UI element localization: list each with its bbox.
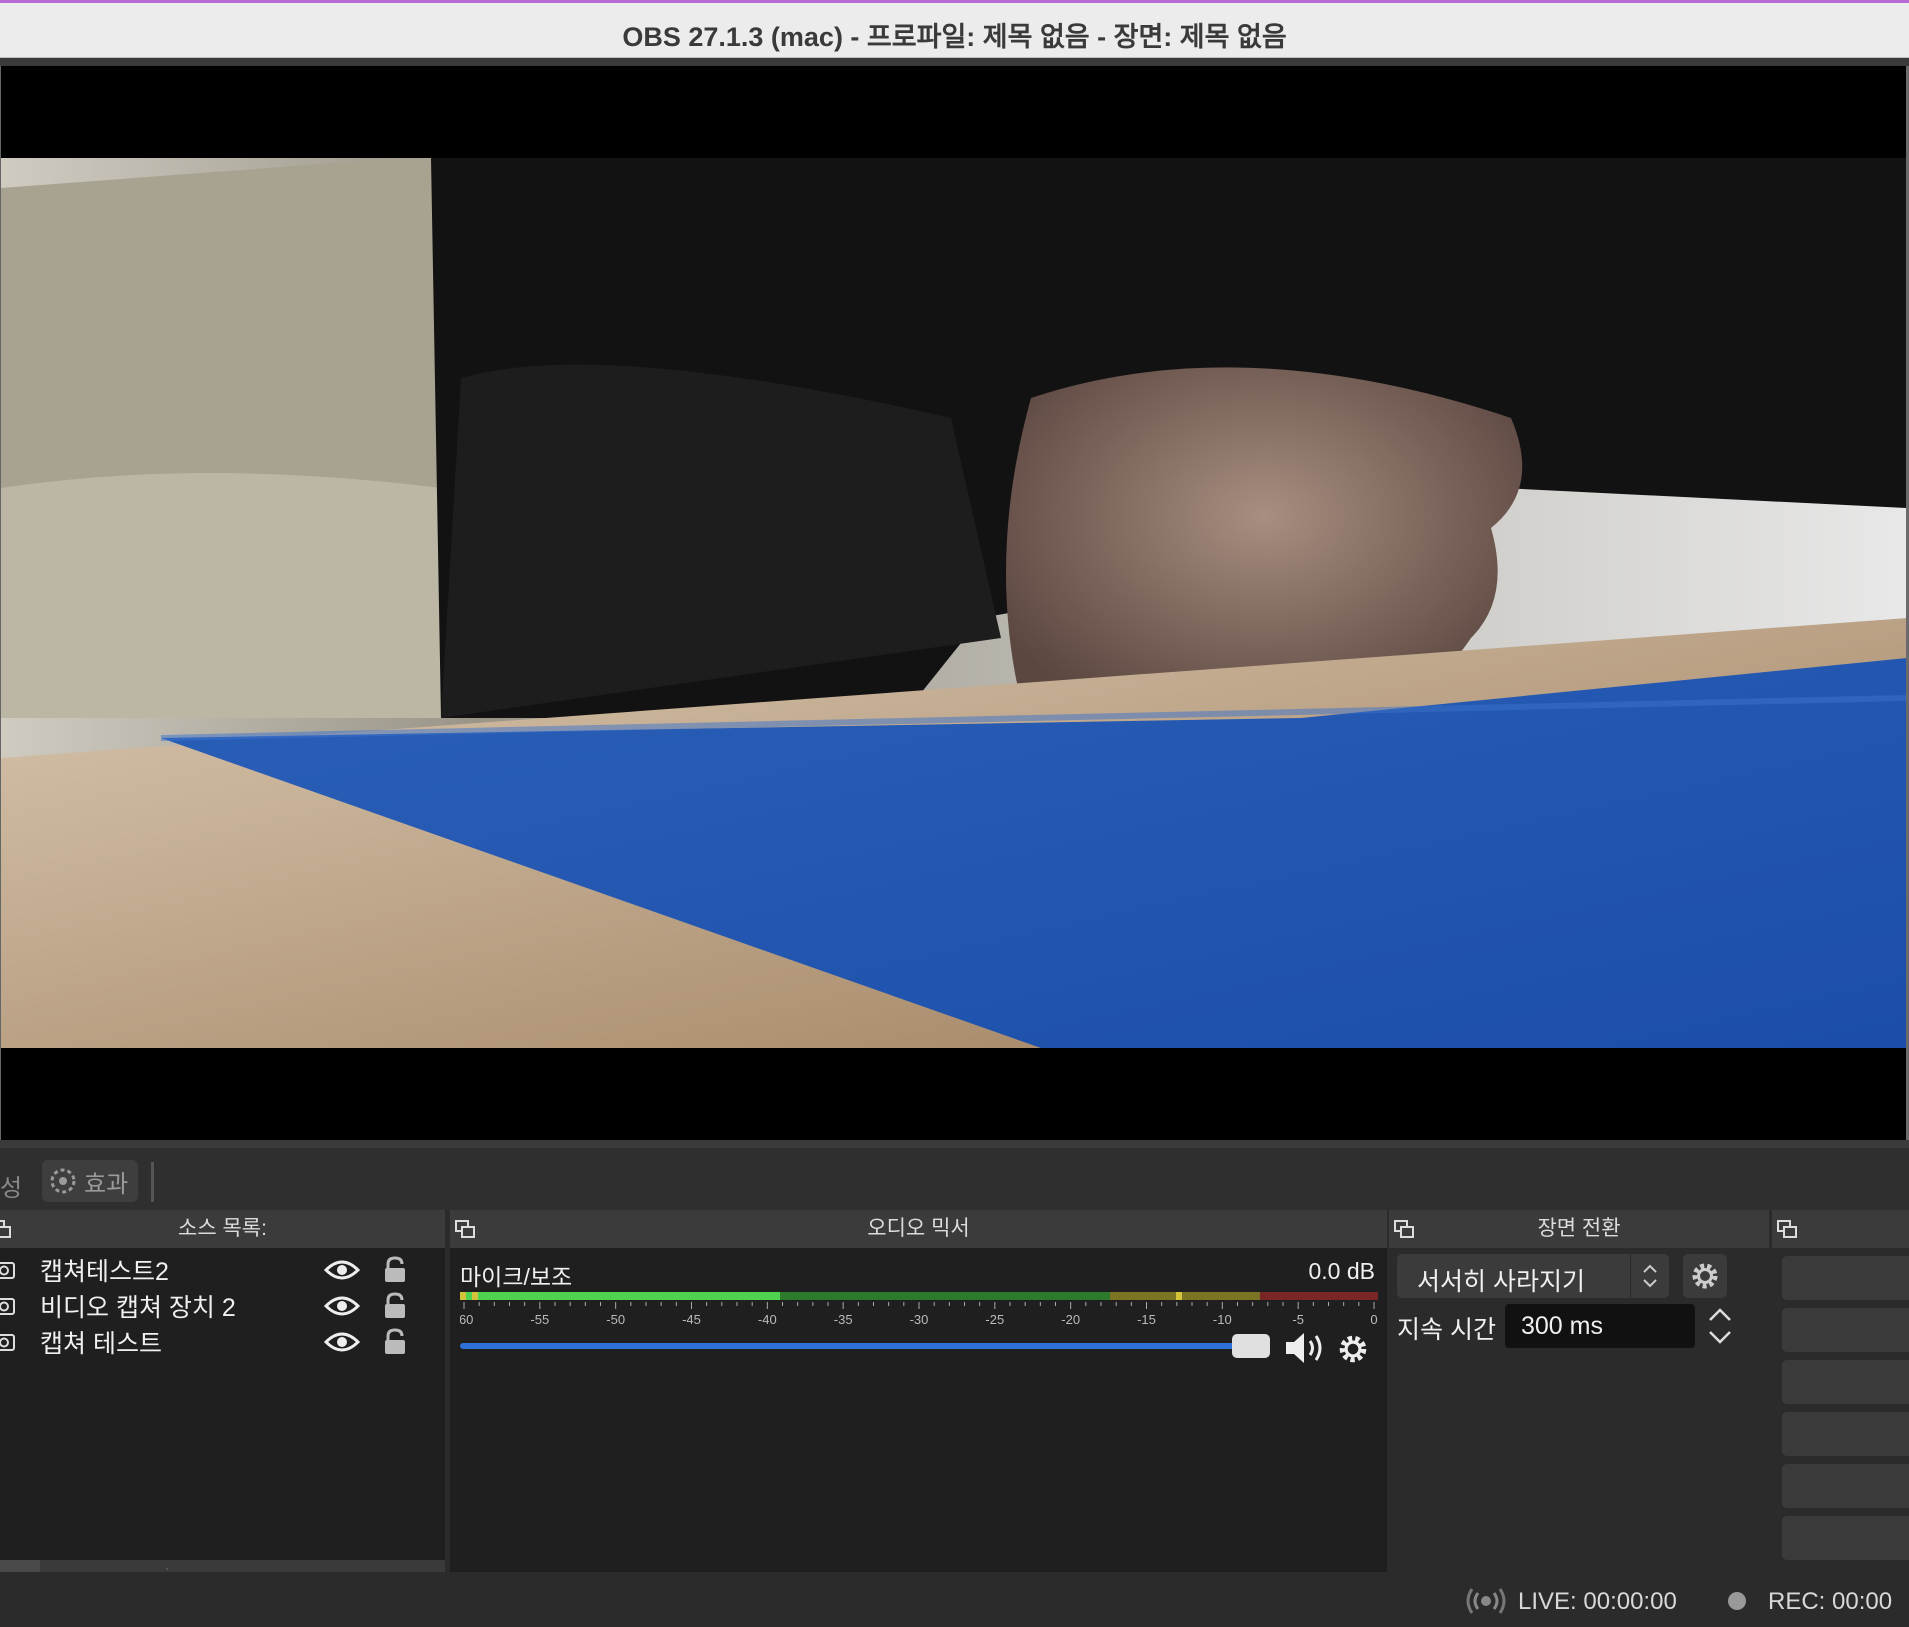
filters-label: 효과 xyxy=(84,1170,129,1198)
duration-value: 300 ms xyxy=(1521,1312,1603,1340)
meter-scale-label: -15 xyxy=(1137,1312,1156,1327)
control-button[interactable] xyxy=(1782,1464,1909,1508)
window-title: OBS 27.1.3 (mac) - 프로파일: 제목 없음 - 장면: 제목 … xyxy=(622,22,1287,52)
audio-mixer-dock: 오디오 믹서 마이크/보조 0.0 dB -60-55-50-45-40-35-… xyxy=(450,1210,1387,1572)
source-name: 캡쳐테스트2 xyxy=(40,1258,169,1286)
meter-scale-label: -10 xyxy=(1213,1312,1232,1327)
transition-selected-value: 서서히 사라지기 xyxy=(1417,1268,1585,1296)
meter-scale-label: -35 xyxy=(834,1312,853,1327)
meter-scale-label: 0 xyxy=(1370,1312,1377,1327)
transition-properties-button[interactable] xyxy=(1683,1254,1727,1298)
undock-icon[interactable] xyxy=(0,1219,12,1239)
volume-meter xyxy=(460,1292,1378,1300)
title-separator xyxy=(0,58,1909,66)
undock-icon[interactable] xyxy=(1393,1219,1415,1239)
window-title-bar: OBS 27.1.3 (mac) - 프로파일: 제목 없음 - 장면: 제목 … xyxy=(0,0,1909,58)
volume-slider-track[interactable] xyxy=(460,1343,1240,1349)
rec-status: REC: 00:00 xyxy=(1768,1588,1893,1615)
sources-dock: 소스 목록: 캡쳐테스트2 비디오 캡쳐 장치 2 캡쳐 테스트 xyxy=(0,1210,445,1610)
camera-icon xyxy=(0,1262,15,1279)
sources-title: 소스 목록: xyxy=(178,1217,267,1240)
visibility-eye-icon[interactable] xyxy=(324,1294,360,1318)
controls-header xyxy=(1772,1210,1909,1248)
speaker-icon[interactable] xyxy=(1284,1330,1330,1366)
undock-icon[interactable] xyxy=(1776,1219,1798,1239)
meter-scale: -60-55-50-45-40-35-30-25-20-15-10-50 xyxy=(460,1302,1378,1327)
meter-scale-label: -25 xyxy=(985,1312,1004,1327)
gear-icon xyxy=(1692,1263,1718,1289)
control-button[interactable] xyxy=(1782,1308,1909,1352)
lock-icon[interactable] xyxy=(382,1292,408,1320)
context-divider xyxy=(151,1162,154,1202)
camera-icon xyxy=(0,1334,15,1351)
transitions-title: 장면 전환 xyxy=(1537,1217,1621,1240)
transitions-body: 서서히 사라지기 지속 시간 300 ms xyxy=(1389,1248,1769,1572)
source-name: 캡쳐 테스트 xyxy=(40,1330,162,1358)
status-bar: LIVE: 00:00:00 REC: 00:00 xyxy=(0,1572,1909,1627)
controls-dock xyxy=(1772,1210,1909,1572)
control-button[interactable] xyxy=(1782,1360,1909,1404)
meter-scale-label: -60 xyxy=(460,1312,473,1327)
meter-scale-label: -45 xyxy=(682,1312,701,1327)
duration-label: 지속 시간 xyxy=(1397,1316,1496,1344)
meter-scale-label: -30 xyxy=(910,1312,929,1327)
visibility-eye-icon[interactable] xyxy=(324,1258,360,1282)
meter-scale-label: -20 xyxy=(1061,1312,1080,1327)
transition-select[interactable]: 서서히 사라지기 xyxy=(1397,1254,1669,1298)
meter-scale-label: -55 xyxy=(530,1312,549,1327)
video-capture-image xyxy=(1,158,1907,1048)
source-row[interactable]: 비디오 캡쳐 장치 2 xyxy=(0,1288,445,1324)
volume-slider-thumb[interactable] xyxy=(1232,1334,1270,1358)
sources-list[interactable]: 캡쳐테스트2 비디오 캡쳐 장치 2 캡쳐 테스트 xyxy=(0,1248,445,1610)
select-arrows-icon xyxy=(1630,1254,1657,1298)
mixer-title: 오디오 믹서 xyxy=(867,1217,970,1240)
duration-input[interactable]: 300 ms xyxy=(1505,1304,1695,1348)
controls-body xyxy=(1772,1248,1909,1572)
properties-partial-label[interactable]: 성 xyxy=(0,1168,22,1203)
mixer-header: 오디오 믹서 xyxy=(450,1210,1387,1248)
filters-button[interactable]: 효과 xyxy=(42,1160,138,1202)
audio-settings-gear-icon[interactable] xyxy=(1336,1332,1370,1366)
audio-channel-name: 마이크/보조 xyxy=(460,1264,573,1290)
meter-scale-label: -5 xyxy=(1292,1312,1304,1327)
transitions-header: 장면 전환 xyxy=(1389,1210,1769,1248)
camera-icon xyxy=(0,1298,15,1315)
live-broadcast-icon xyxy=(1466,1588,1506,1614)
sources-header: 소스 목록: xyxy=(0,1210,445,1248)
meter-scale-label: -50 xyxy=(606,1312,625,1327)
lock-icon[interactable] xyxy=(382,1256,408,1284)
source-row[interactable]: 캡쳐 테스트 xyxy=(0,1324,445,1360)
meter-scale-label: -40 xyxy=(758,1312,777,1327)
lock-icon[interactable] xyxy=(382,1328,408,1356)
undock-icon[interactable] xyxy=(454,1219,476,1239)
context-bar: 성 효과 xyxy=(0,1140,1909,1210)
source-name: 비디오 캡쳐 장치 2 xyxy=(40,1294,236,1322)
mixer-body: 마이크/보조 0.0 dB -60-55-50-45-40-35-30-25-2… xyxy=(450,1248,1387,1572)
live-status: LIVE: 00:00:00 xyxy=(1518,1588,1677,1615)
filters-icon xyxy=(50,1168,76,1194)
control-button[interactable] xyxy=(1782,1256,1909,1300)
control-button[interactable] xyxy=(1782,1516,1909,1560)
duration-stepper-icon[interactable] xyxy=(1705,1304,1735,1348)
visibility-eye-icon[interactable] xyxy=(324,1330,360,1354)
audio-channel-db: 0.0 dB xyxy=(1308,1258,1376,1284)
record-indicator-icon xyxy=(1728,1592,1746,1610)
preview-area[interactable] xyxy=(0,66,1907,1140)
source-row[interactable]: 캡쳐테스트2 xyxy=(0,1252,445,1288)
preview-video-frame[interactable] xyxy=(1,158,1907,1048)
control-button[interactable] xyxy=(1782,1412,1909,1456)
scene-transitions-dock: 장면 전환 서서히 사라지기 지속 시간 300 ms xyxy=(1389,1210,1769,1572)
